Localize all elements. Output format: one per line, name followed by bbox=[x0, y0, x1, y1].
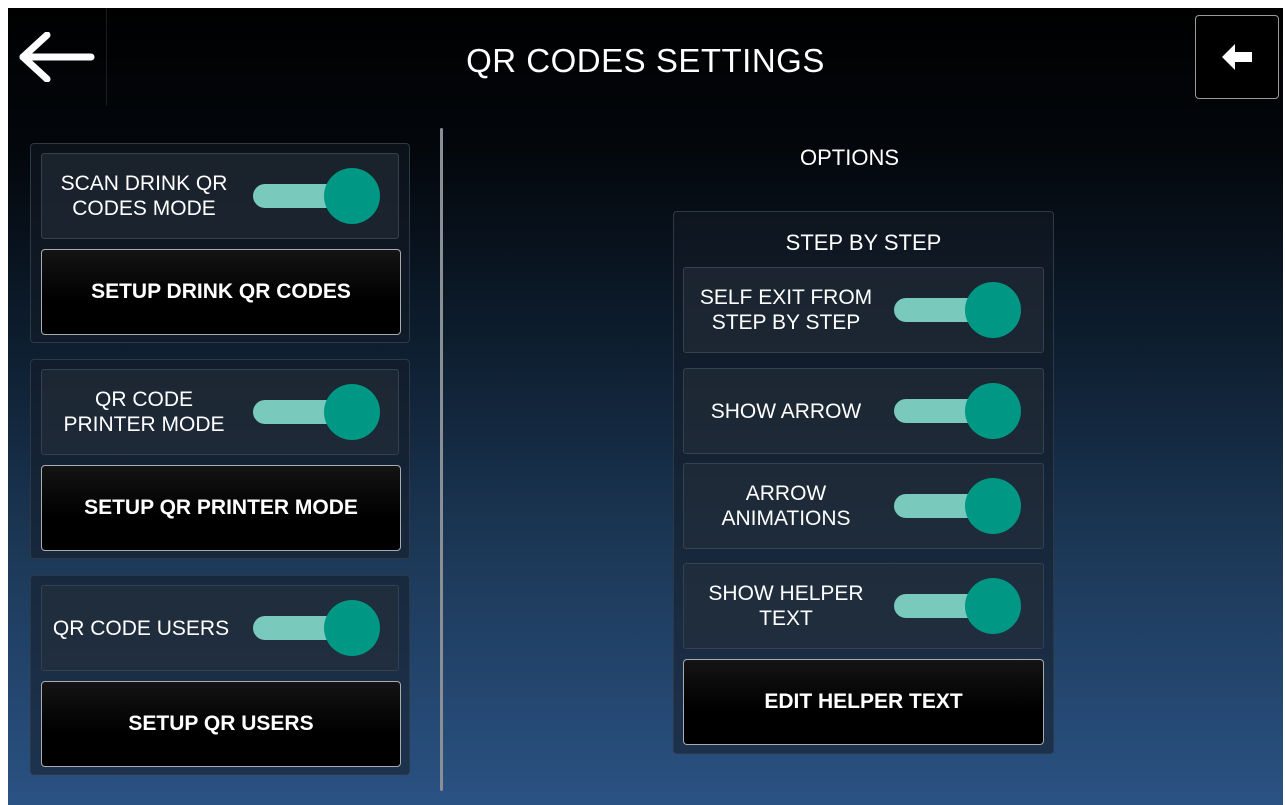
toggle-knob bbox=[324, 168, 380, 224]
qr-printer-label: QR CODE PRINTER MODE bbox=[63, 388, 225, 436]
toggle-knob bbox=[324, 384, 380, 440]
show-arrow-label: SHOW ARROW bbox=[710, 400, 862, 423]
page-title: QR CODES SETTINGS bbox=[466, 42, 825, 79]
arrow-left-small-icon bbox=[1222, 44, 1252, 70]
self-exit-label: SELF EXIT FROM STEP BY STEP bbox=[699, 286, 873, 334]
show-arrow-row: SHOW ARROW bbox=[683, 368, 1044, 454]
qr-users-label: QR CODE USERS bbox=[52, 617, 230, 640]
setup-drink-qr-codes-button[interactable]: SETUP DRINK QR CODES bbox=[41, 249, 401, 335]
qr-printer-toggle[interactable] bbox=[253, 384, 380, 440]
qr-users-toggle[interactable] bbox=[253, 600, 380, 656]
self-exit-toggle[interactable] bbox=[894, 282, 1021, 338]
scan-drink-qr-row: SCAN DRINK QR CODES MODE bbox=[41, 153, 399, 239]
return-button[interactable] bbox=[1195, 15, 1279, 99]
toggle-knob bbox=[965, 578, 1021, 634]
setup-qr-printer-mode-button[interactable]: SETUP QR PRINTER MODE bbox=[41, 465, 401, 551]
toggle-knob bbox=[965, 282, 1021, 338]
show-helper-text-label: SHOW HELPER TEXT bbox=[708, 582, 864, 630]
step-by-step-heading: STEP BY STEP bbox=[785, 230, 942, 255]
arrow-animations-toggle[interactable] bbox=[894, 478, 1021, 534]
qr-users-group: QR CODE USERS SETUP QR USERS bbox=[30, 575, 410, 775]
qr-printer-group: QR CODE PRINTER MODE SETUP QR PRINTER MO… bbox=[30, 359, 410, 559]
edit-helper-text-button[interactable]: EDIT HELPER TEXT bbox=[683, 659, 1044, 745]
show-arrow-toggle[interactable] bbox=[894, 383, 1021, 439]
toggle-knob bbox=[965, 478, 1021, 534]
qr-codes-settings-screen: QR CODES SETTINGS SCAN DRINK QR CODES MO… bbox=[8, 8, 1283, 805]
toggle-knob bbox=[965, 383, 1021, 439]
qr-printer-row: QR CODE PRINTER MODE bbox=[41, 369, 399, 455]
setup-qr-users-button[interactable]: SETUP QR USERS bbox=[41, 681, 401, 767]
show-helper-text-toggle[interactable] bbox=[894, 578, 1021, 634]
panel-divider bbox=[440, 128, 443, 791]
scan-drink-qr-label: SCAN DRINK QR CODES MODE bbox=[60, 172, 228, 220]
qr-users-row: QR CODE USERS bbox=[41, 585, 399, 671]
arrow-animations-label: ARROW ANIMATIONS bbox=[721, 482, 851, 530]
options-heading: OPTIONS bbox=[800, 145, 900, 170]
scan-drink-qr-group: SCAN DRINK QR CODES MODE SETUP DRINK QR … bbox=[30, 143, 410, 343]
arrow-animations-row: ARROW ANIMATIONS bbox=[683, 463, 1044, 549]
self-exit-row: SELF EXIT FROM STEP BY STEP bbox=[683, 267, 1044, 353]
show-helper-text-row: SHOW HELPER TEXT bbox=[683, 563, 1044, 649]
toggle-knob bbox=[324, 600, 380, 656]
scan-drink-qr-toggle[interactable] bbox=[253, 168, 380, 224]
